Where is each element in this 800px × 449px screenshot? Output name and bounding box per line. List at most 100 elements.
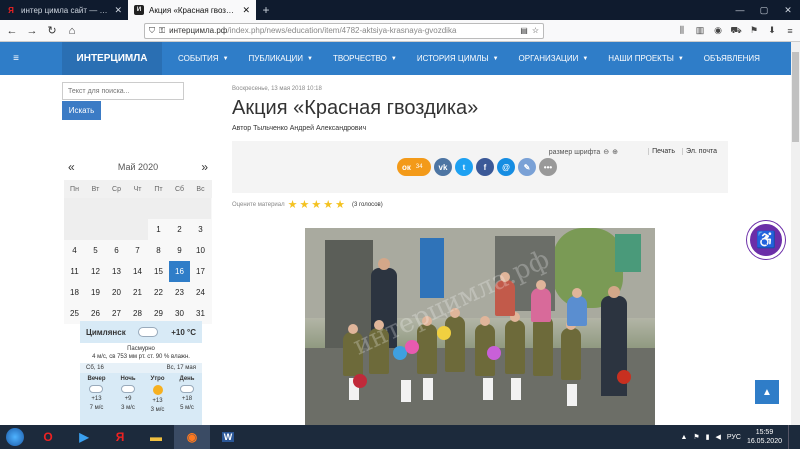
show-desktop-button[interactable]: [788, 425, 796, 449]
calendar-day[interactable]: 13: [106, 261, 127, 282]
minimize-icon[interactable]: —: [728, 0, 752, 20]
calendar-day[interactable]: 6: [106, 240, 127, 261]
accessibility-button[interactable]: ♿: [747, 221, 785, 259]
calendar-day[interactable]: 3: [190, 219, 211, 240]
calendar-day[interactable]: 2: [169, 219, 190, 240]
taskbar-firefox[interactable]: ◉: [174, 425, 210, 449]
more-share-button[interactable]: •••: [539, 158, 557, 176]
page-scrollbar[interactable]: [791, 42, 800, 425]
tray-arrow-icon[interactable]: ▲: [680, 434, 687, 441]
calendar-day[interactable]: 12: [85, 261, 106, 282]
lock-icon[interactable]: ⚿: [159, 26, 165, 36]
search-button[interactable]: Искать: [62, 101, 101, 120]
reload-icon[interactable]: ↻: [44, 23, 60, 39]
menu-icon[interactable]: ≡: [784, 26, 796, 36]
bookmark-star-icon[interactable]: ☆: [532, 26, 539, 35]
cart-icon[interactable]: ⛟: [730, 25, 742, 37]
calendar-day[interactable]: 16: [169, 261, 190, 282]
email-link[interactable]: Эл. почта: [682, 148, 720, 155]
address-bar[interactable]: ⛉ ⚿ интерцимла.рф/index.php/news/educati…: [144, 22, 544, 39]
next-month-button[interactable]: »: [201, 160, 208, 174]
calendar-day[interactable]: 14: [127, 261, 148, 282]
calendar-day[interactable]: 8: [148, 240, 169, 261]
print-link[interactable]: Печать: [648, 148, 678, 155]
download-icon[interactable]: ⬇: [766, 25, 778, 36]
back-icon[interactable]: ←: [4, 23, 20, 39]
calendar-day[interactable]: 17: [190, 261, 211, 282]
star-icon[interactable]: ★: [311, 200, 321, 211]
zoom-in-icon[interactable]: ⊕: [612, 148, 618, 156]
menu-item-organizations[interactable]: ОРГАНИЗАЦИИ ▼: [509, 54, 599, 63]
menu-item-creativity[interactable]: ТВОРЧЕСТВО ▼: [323, 54, 407, 63]
language-indicator[interactable]: РУС: [727, 434, 741, 441]
taskbar-media-player[interactable]: ▶: [66, 425, 102, 449]
facebook-share-button[interactable]: f: [476, 158, 494, 176]
menu-item-projects[interactable]: НАШИ ПРОЕКТЫ ▼: [598, 54, 693, 63]
star-icon[interactable]: ★: [288, 200, 298, 211]
clock[interactable]: 15:59 16.05.2020: [747, 428, 782, 446]
shield-icon[interactable]: ⛉: [149, 26, 155, 36]
photo-child-legs: [483, 378, 493, 400]
new-tab-button[interactable]: +: [256, 0, 276, 20]
calendar-day[interactable]: 10: [190, 240, 211, 261]
author-name[interactable]: Тыльченко Андрей Александрович: [253, 125, 366, 132]
close-icon[interactable]: ✕: [114, 5, 122, 16]
taskbar-word[interactable]: W: [210, 425, 246, 449]
network-icon[interactable]: ▮: [706, 433, 710, 441]
maximize-icon[interactable]: ▢: [752, 0, 776, 20]
odnoklassniki-share-button[interactable]: ок 34: [397, 158, 431, 176]
forward-icon[interactable]: →: [24, 23, 40, 39]
calendar-day[interactable]: 20: [106, 282, 127, 303]
search-input[interactable]: [62, 82, 184, 100]
calendar-day[interactable]: 23: [169, 282, 190, 303]
calendar-day[interactable]: 21: [127, 282, 148, 303]
calendar-day[interactable]: 1: [148, 219, 169, 240]
calendar-day[interactable]: 24: [190, 282, 211, 303]
flag-icon[interactable]: ⚑: [748, 25, 760, 36]
account-icon[interactable]: ◉: [712, 25, 724, 36]
calendar-empty-cell: [169, 198, 190, 219]
scrollbar-thumb[interactable]: [792, 52, 799, 142]
taskbar-opera[interactable]: O: [30, 425, 66, 449]
calendar-day[interactable]: 9: [169, 240, 190, 261]
twitter-share-button[interactable]: t: [455, 158, 473, 176]
prev-month-button[interactable]: «: [68, 160, 75, 174]
close-window-icon[interactable]: ✕: [776, 0, 800, 20]
reader-icon[interactable]: ▤: [520, 26, 528, 35]
sidebar-icon[interactable]: ▥: [694, 25, 706, 36]
hamburger-icon[interactable]: ≡: [0, 53, 32, 64]
site-logo[interactable]: ИНТЕРЦИМЛА: [62, 42, 162, 75]
browser-tab-yandex[interactable]: Я интер цимла сайт — Яндекс: ✕: [0, 0, 128, 20]
library-icon[interactable]: ⫼: [676, 25, 688, 36]
calendar-day[interactable]: 22: [148, 282, 169, 303]
star-icon[interactable]: ★: [323, 200, 333, 211]
menu-item-publications[interactable]: ПУБЛИКАЦИИ ▼: [239, 54, 323, 63]
taskbar-explorer[interactable]: ▬: [138, 425, 174, 449]
taskbar-yandex[interactable]: Я: [102, 425, 138, 449]
calendar-day[interactable]: 18: [64, 282, 85, 303]
calendar-day[interactable]: 15: [148, 261, 169, 282]
calendar-day[interactable]: 5: [85, 240, 106, 261]
calendar-day[interactable]: 19: [85, 282, 106, 303]
volume-icon[interactable]: ◀: [716, 433, 721, 441]
start-button[interactable]: [0, 425, 30, 449]
browser-tab-article[interactable]: И Акция «Красная гвоздика» ✕: [128, 0, 256, 20]
calendar-day[interactable]: 7: [127, 240, 148, 261]
mail-share-button[interactable]: @: [497, 158, 515, 176]
zoom-out-icon[interactable]: ⊖: [603, 148, 609, 156]
url-text[interactable]: интерцимла.рф/index.php/news/education/i…: [169, 26, 516, 35]
close-icon[interactable]: ✕: [242, 5, 250, 16]
menu-item-announcements[interactable]: ОБЪЯВЛЕНИЯ: [694, 54, 770, 63]
calendar-day[interactable]: 4: [64, 240, 85, 261]
flag-icon[interactable]: ⚑: [693, 433, 699, 441]
wheelchair-icon: ♿: [756, 232, 776, 249]
menu-item-events[interactable]: СОБЫТИЯ ▼: [168, 54, 239, 63]
scroll-top-button[interactable]: ▲: [755, 380, 779, 404]
livejournal-share-button[interactable]: ✎: [518, 158, 536, 176]
menu-item-history[interactable]: ИСТОРИЯ ЦИМЛЫ ▼: [407, 54, 509, 63]
star-icon[interactable]: ★: [299, 200, 309, 211]
home-icon[interactable]: ⌂: [64, 23, 80, 39]
star-icon[interactable]: ★: [335, 200, 345, 211]
calendar-day[interactable]: 11: [64, 261, 85, 282]
vk-share-button[interactable]: vk: [434, 158, 452, 176]
